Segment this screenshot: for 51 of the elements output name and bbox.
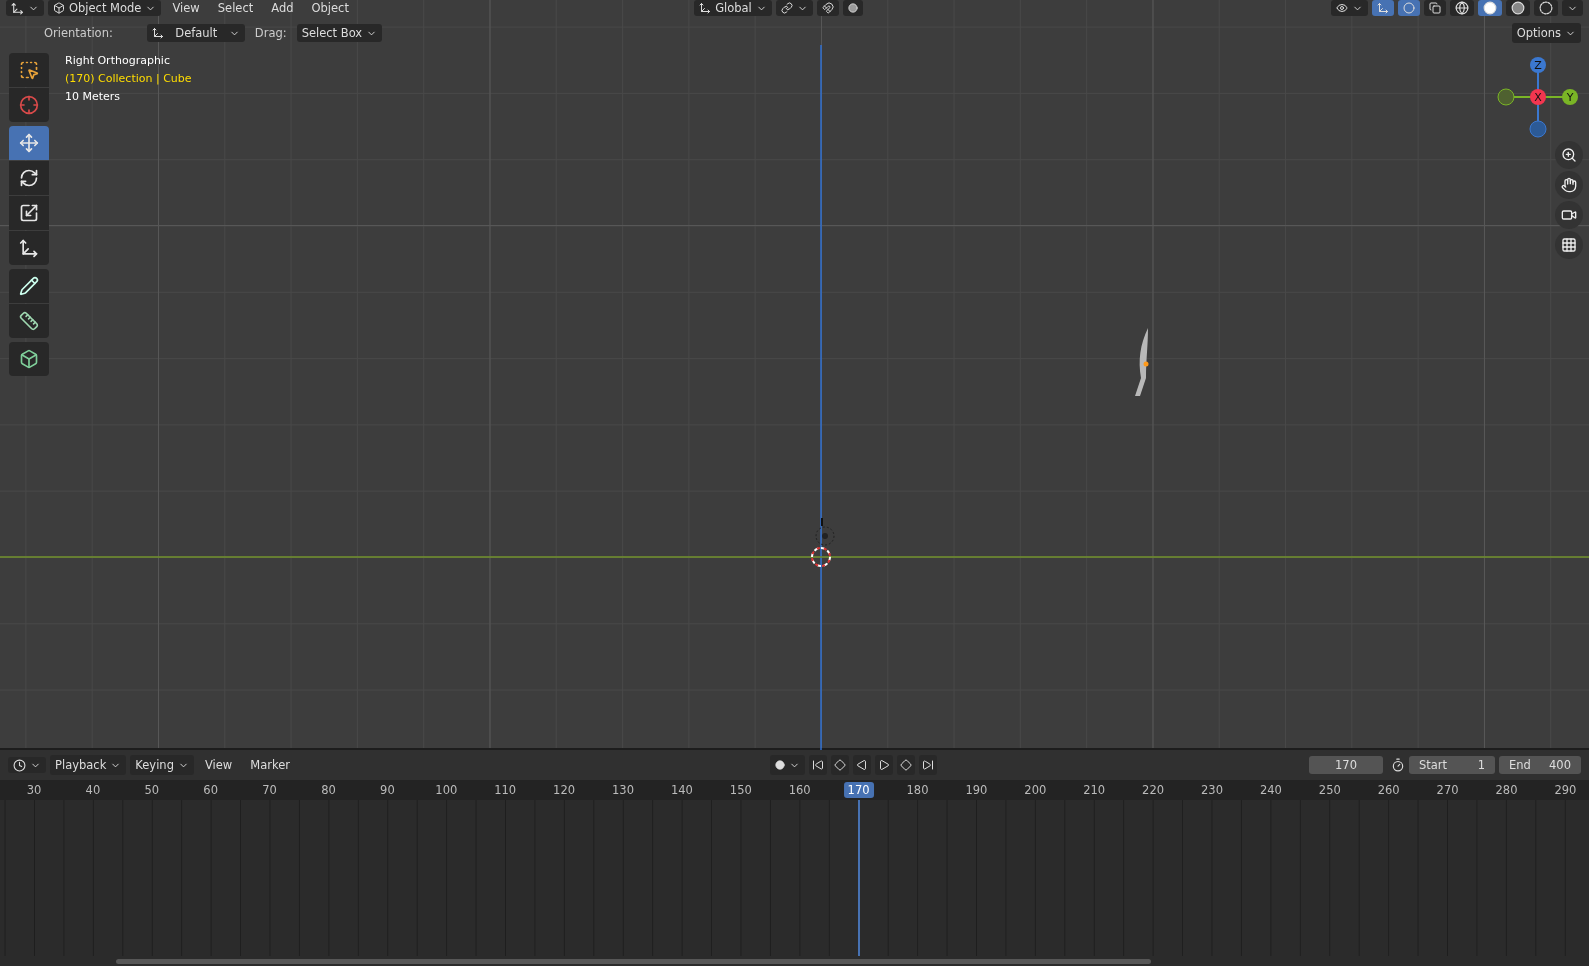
frame-number: 250: [1317, 782, 1342, 798]
frame-number: 70: [261, 782, 278, 798]
options-dropdown[interactable]: Options: [1511, 23, 1581, 43]
menu-item[interactable]: Add: [264, 1, 301, 15]
menu-item[interactable]: Object: [304, 1, 356, 15]
menu-item[interactable]: Select: [210, 1, 261, 15]
frame-number: 100: [434, 782, 459, 798]
frame-number: 240: [1258, 782, 1283, 798]
menu-dropdown[interactable]: Playback: [50, 755, 127, 775]
frame-number: 210: [1082, 782, 1107, 798]
collection-label: (170) Collection | Cube: [65, 71, 192, 87]
frame-number: 280: [1494, 782, 1519, 798]
frame-number: 40: [84, 782, 102, 798]
frame-number: 270: [1435, 782, 1460, 798]
transform-orientation-dropdown[interactable]: Global: [693, 0, 772, 16]
frame-number: 110: [493, 782, 518, 798]
frame-number: 200: [1023, 782, 1048, 798]
axis-gizmo-drawing: Z X Y: [1493, 53, 1583, 139]
mode-dropdown[interactable]: Object Mode: [48, 0, 162, 16]
grid-scale-label: 10 Meters: [65, 89, 122, 105]
menu-dropdown[interactable]: Keying: [130, 755, 194, 775]
frame-number: 90: [379, 782, 396, 798]
view-name: Right Orthographic: [65, 53, 171, 69]
frame-number: 290: [1553, 782, 1578, 798]
frame-number: 150: [728, 782, 753, 798]
menu-item[interactable]: View: [197, 758, 240, 772]
frame-number: 260: [1376, 782, 1401, 798]
frame-number: 130: [611, 782, 635, 798]
frame-number: 50: [143, 782, 161, 798]
frame-number: 30: [25, 782, 43, 798]
drag-dropdown[interactable]: Select Box: [296, 24, 383, 42]
orientation-label: Orientation:: [44, 26, 113, 40]
frame-number: 80: [320, 782, 337, 798]
frame-number: 120: [552, 782, 577, 798]
current-frame-field[interactable]: 170: [1309, 756, 1383, 774]
frame-number: 230: [1200, 782, 1224, 798]
orientation-dropdown[interactable]: Default: [146, 24, 245, 42]
menu-item[interactable]: View: [165, 1, 207, 15]
start-frame-field[interactable]: Start 1: [1409, 756, 1495, 774]
frame-number: 190: [964, 782, 989, 798]
current-frame-marker[interactable]: 170: [843, 782, 874, 798]
menu-item[interactable]: Marker: [243, 758, 297, 772]
frame-number: 160: [787, 782, 812, 798]
frame-number: 220: [1141, 782, 1166, 798]
frame-number: 140: [669, 782, 694, 798]
end-frame-field[interactable]: End 400: [1499, 756, 1581, 774]
frame-number: 180: [905, 782, 930, 798]
3d-viewport[interactable]: Object Mode View Select Add Object Global Orientation: Default Drag: Select Box Options Right Orthographic (170) Collection | Cube 10 Meters Z X Y: [0, 0, 1589, 750]
drag-label: Drag:: [254, 26, 287, 40]
frame-ruler[interactable]: 30 40 50 60 70 80 90 100 110 120 130 140 150 160 170 180 190 200 210 220 230 240 250 260 270 280 290: [0, 780, 1589, 800]
frame-number: 60: [202, 782, 219, 798]
